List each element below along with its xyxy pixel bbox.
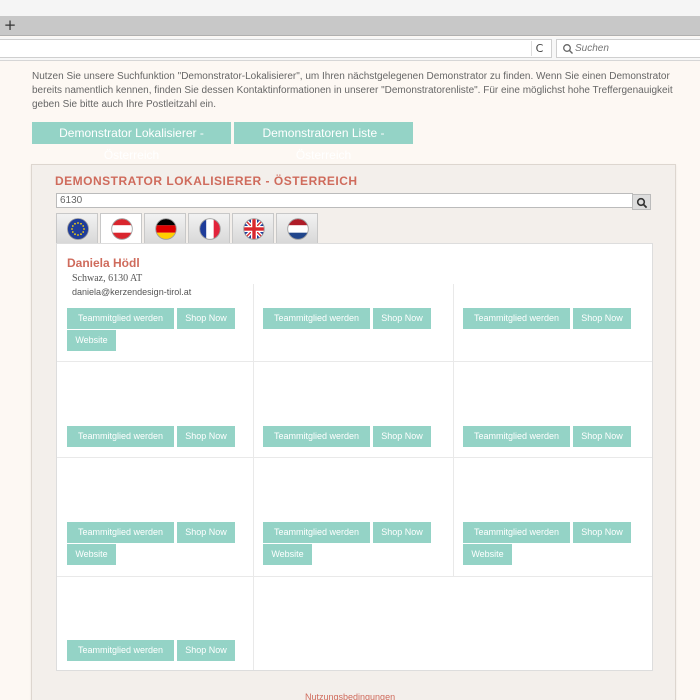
browser-search-input[interactable] xyxy=(575,41,695,56)
france-flag-icon xyxy=(199,218,221,240)
team-button[interactable]: Teammitglied werden xyxy=(67,640,174,661)
terms-link[interactable]: Nutzungsbedingungen xyxy=(305,692,395,700)
shop-now-button[interactable]: Shop Now xyxy=(373,308,431,329)
shop-now-button[interactable]: Shop Now xyxy=(177,522,235,543)
flag-tab-france[interactable] xyxy=(188,213,230,243)
team-button[interactable]: Teammitglied werden xyxy=(67,522,174,543)
new-tab-button[interactable]: + xyxy=(3,16,17,36)
shop-now-button[interactable]: Shop Now xyxy=(573,522,631,543)
team-button[interactable]: Teammitglied werden xyxy=(463,426,570,447)
search-icon xyxy=(636,197,648,209)
eu-flag-icon xyxy=(67,218,89,240)
demonstrator-location: Schwaz, 6130 AT xyxy=(72,273,143,284)
website-button[interactable]: Website xyxy=(67,330,116,351)
austria-flag-icon xyxy=(111,218,133,240)
locator-panel: DEMONSTRATOR LOKALISIERER - ÖSTERREICH 6… xyxy=(31,164,676,700)
flag-tab-austria[interactable] xyxy=(100,213,142,243)
shop-now-button[interactable]: Shop Now xyxy=(177,426,235,447)
grid-divider xyxy=(57,576,652,577)
url-bar[interactable]: C xyxy=(0,39,552,58)
flag-tab-netherlands[interactable] xyxy=(276,213,318,243)
grid-divider xyxy=(57,457,652,458)
panel-title: DEMONSTRATOR LOKALISIERER - ÖSTERREICH xyxy=(55,174,358,188)
browser-toolbar: C xyxy=(0,37,700,61)
team-button[interactable]: Teammitglied werden xyxy=(263,522,370,543)
flag-tab-uk[interactable] xyxy=(232,213,274,243)
team-button[interactable]: Teammitglied werden xyxy=(263,308,370,329)
germany-flag-icon xyxy=(155,218,177,240)
grid-divider xyxy=(453,284,454,576)
shop-now-button[interactable]: Shop Now xyxy=(373,426,431,447)
team-button[interactable]: Teammitglied werden xyxy=(67,308,174,329)
netherlands-flag-icon xyxy=(287,218,309,240)
shop-now-button[interactable]: Shop Now xyxy=(177,308,235,329)
shop-now-button[interactable]: Shop Now xyxy=(177,640,235,661)
team-button[interactable]: Teammitglied werden xyxy=(463,308,570,329)
tab-strip: + xyxy=(0,16,700,36)
website-button[interactable]: Website xyxy=(67,544,116,565)
website-button[interactable]: Website xyxy=(463,544,512,565)
window-top-strip xyxy=(0,0,700,16)
demonstrator-email[interactable]: daniela@kerzendesign-tirol.at xyxy=(72,287,191,297)
locator-button[interactable]: Demonstrator Lokalisierer - Österreich xyxy=(32,122,231,162)
team-button[interactable]: Teammitglied werden xyxy=(67,426,174,447)
zip-input[interactable] xyxy=(56,193,633,208)
grid-divider xyxy=(57,361,652,362)
browser-search-box[interactable] xyxy=(556,39,700,58)
demonstrator-name: Daniela Hödl xyxy=(67,256,140,270)
intro-text: Nutzen Sie unsere Suchfunktion "Demonstr… xyxy=(32,71,673,110)
results-grid: Daniela Hödl Schwaz, 6130 AT daniela@ker… xyxy=(56,243,653,671)
shop-now-button[interactable]: Shop Now xyxy=(573,426,631,447)
search-icon xyxy=(563,44,573,54)
shop-now-button[interactable]: Shop Now xyxy=(573,308,631,329)
website-button[interactable]: Website xyxy=(263,544,312,565)
uk-flag-icon xyxy=(243,218,265,240)
reload-icon[interactable]: C xyxy=(531,41,547,56)
team-button[interactable]: Teammitglied werden xyxy=(463,522,570,543)
team-button[interactable]: Teammitglied werden xyxy=(263,426,370,447)
zip-search-button[interactable] xyxy=(632,194,651,210)
grid-divider xyxy=(253,284,254,670)
flag-tab-eu[interactable] xyxy=(56,213,98,243)
list-button[interactable]: Demonstratoren Liste - Österreich xyxy=(234,122,413,162)
flag-tab-germany[interactable] xyxy=(144,213,186,243)
shop-now-button[interactable]: Shop Now xyxy=(373,522,431,543)
